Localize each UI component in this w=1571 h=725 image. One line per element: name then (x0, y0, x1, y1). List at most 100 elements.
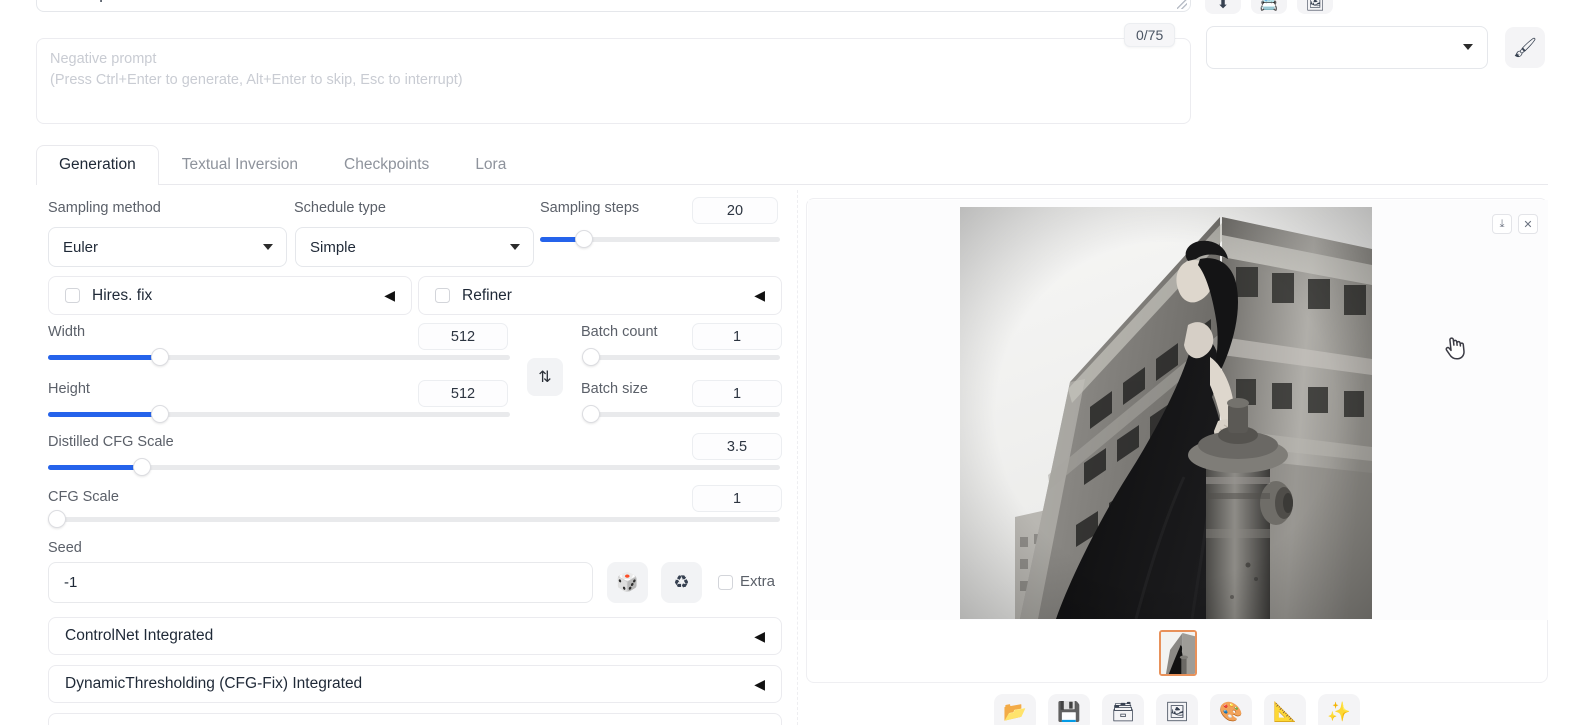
collapse-caret-icon: ◀ (754, 675, 765, 692)
chevron-down-icon (510, 244, 520, 250)
sampling-method-value: Euler (63, 238, 99, 256)
prompt-action-buttons: ⬇ 📇 🖼 (1205, 0, 1333, 14)
gallery-thumbnail-strip (807, 624, 1549, 682)
apply-style-button[interactable]: 🖌 (1505, 27, 1545, 68)
open-folder-button[interactable]: 📂 (994, 694, 1036, 725)
chevron-down-icon (1463, 44, 1473, 50)
hires-fix-accordion[interactable]: Hires. fix ◀ (48, 276, 412, 315)
hand-pointer-icon (1445, 337, 1465, 360)
image-controls: ⤓ ✕ (1492, 214, 1538, 234)
close-icon[interactable]: ✕ (1518, 214, 1538, 234)
collapse-caret-icon: ◀ (754, 627, 765, 644)
cfg-slider[interactable] (48, 510, 780, 528)
slider-track (48, 517, 780, 522)
save-button[interactable]: 💾 (1048, 694, 1090, 725)
slider-track (48, 465, 780, 470)
slider-track (582, 412, 780, 417)
dynamic-thresholding-accordion-label: DynamicThresholding (CFG-Fix) Integrated (65, 675, 363, 692)
positive-prompt-textarea[interactable]: close-up. (36, 0, 1191, 12)
slider-knob[interactable] (133, 458, 151, 476)
batch-count-input[interactable]: 1 (692, 323, 782, 350)
image-preview-panel: ⤓ ✕ (806, 198, 1548, 683)
positive-prompt-wrapper: close-up. (36, 0, 1191, 12)
send-to-inpaint-button[interactable]: 🎨 (1210, 694, 1252, 725)
reuse-seed-recycle-icon[interactable]: ♻ (661, 562, 702, 603)
hires-fix-label: Hires. fix (92, 286, 153, 304)
card-icon[interactable]: 🖼 (1297, 0, 1333, 14)
save-zip-button[interactable]: 🗃 (1102, 694, 1144, 725)
upscale-button[interactable]: ✨ (1318, 694, 1360, 725)
height-input[interactable]: 512 (418, 380, 508, 407)
controlnet-accordion[interactable]: ControlNet Integrated ◀ (48, 617, 782, 655)
gallery-thumbnail[interactable] (1159, 630, 1197, 676)
send-to-extras-button[interactable]: 📐 (1264, 694, 1306, 725)
height-label: Height (48, 381, 90, 397)
collapse-caret-icon: ◀ (384, 287, 395, 303)
slider-knob[interactable] (575, 230, 593, 248)
slider-knob[interactable] (582, 348, 600, 366)
controlnet-accordion-label: ControlNet Integrated (65, 627, 214, 644)
tab-generation[interactable]: Generation (36, 145, 159, 185)
textarea-resize-grip[interactable] (1177, 0, 1187, 9)
mouse-cursor-pointer (1442, 333, 1467, 367)
width-label: Width (48, 324, 86, 340)
extra-seed-checkbox[interactable] (718, 575, 733, 590)
sampling-steps-label: Sampling steps (540, 200, 640, 216)
send-to-img2img-button[interactable]: 🖼 (1156, 694, 1198, 725)
extra-accordion[interactable] (48, 713, 782, 725)
width-input[interactable]: 512 (418, 323, 508, 350)
cfg-input[interactable]: 1 (692, 485, 782, 512)
slider-track (582, 355, 780, 360)
swap-dimensions-button[interactable]: ⇅ (527, 358, 563, 396)
token-counter: 0/75 (1124, 23, 1176, 47)
style-select-dropdown[interactable] (1206, 26, 1488, 69)
slider-fill (48, 355, 158, 360)
random-seed-dice-icon[interactable]: 🎲 (607, 562, 648, 603)
tab-lora[interactable]: Lora (452, 145, 529, 185)
sampling-method-dropdown[interactable]: Euler (48, 227, 287, 267)
refiner-label: Refiner (462, 286, 512, 304)
sampling-steps-slider[interactable] (540, 230, 780, 248)
refiner-accordion[interactable]: Refiner ◀ (418, 276, 782, 315)
seed-value: -1 (64, 574, 78, 591)
download-icon[interactable]: ⤓ (1492, 214, 1512, 234)
clipboard-icon[interactable]: 📇 (1251, 0, 1287, 14)
batch-size-slider[interactable] (582, 405, 780, 423)
distilled-cfg-slider[interactable] (48, 458, 780, 476)
batch-size-input[interactable]: 1 (692, 380, 782, 407)
slider-knob[interactable] (151, 405, 169, 423)
sampling-steps-input[interactable]: 20 (692, 197, 778, 224)
collapse-caret-icon: ◀ (754, 287, 765, 303)
hires-fix-checkbox[interactable] (65, 288, 80, 303)
extra-label: Extra (740, 573, 776, 590)
refiner-checkbox[interactable] (435, 288, 450, 303)
chevron-down-icon (263, 244, 273, 250)
slider-fill (48, 412, 158, 417)
negative-prompt-textarea[interactable]: Negative prompt (Press Ctrl+Enter to gen… (36, 38, 1191, 124)
cfg-label: CFG Scale (48, 489, 119, 505)
batch-count-slider[interactable] (582, 348, 780, 366)
slider-knob[interactable] (48, 510, 66, 528)
distilled-cfg-label: Distilled CFG Scale (48, 434, 174, 450)
schedule-type-dropdown[interactable]: Simple (295, 227, 534, 267)
tab-checkpoints[interactable]: Checkpoints (321, 145, 452, 185)
slider-knob[interactable] (582, 405, 600, 423)
slider-knob[interactable] (151, 348, 169, 366)
negative-prompt-placeholder-line2: (Press Ctrl+Enter to generate, Alt+Enter… (50, 72, 463, 88)
generated-image[interactable] (960, 207, 1372, 619)
tab-textual-inversion[interactable]: Textual Inversion (159, 145, 321, 185)
schedule-type-label: Schedule type (294, 200, 386, 216)
batch-size-label: Batch size (581, 381, 648, 397)
distilled-cfg-input[interactable]: 3.5 (692, 433, 782, 460)
height-slider[interactable] (48, 405, 510, 423)
seed-input[interactable]: -1 (48, 562, 593, 603)
width-slider[interactable] (48, 348, 510, 366)
dynamic-thresholding-accordion[interactable]: DynamicThresholding (CFG-Fix) Integrated… (48, 665, 782, 703)
image-canvas[interactable]: ⤓ ✕ (808, 200, 1548, 620)
stable-diffusion-webui: close-up. Negative prompt (Press Ctrl+En… (0, 0, 1571, 725)
column-divider (797, 190, 798, 725)
seed-label: Seed (48, 540, 82, 556)
paste-icon[interactable]: ⬇ (1205, 0, 1241, 14)
batch-count-label: Batch count (581, 324, 658, 340)
positive-prompt-text: close-up. (51, 0, 112, 5)
